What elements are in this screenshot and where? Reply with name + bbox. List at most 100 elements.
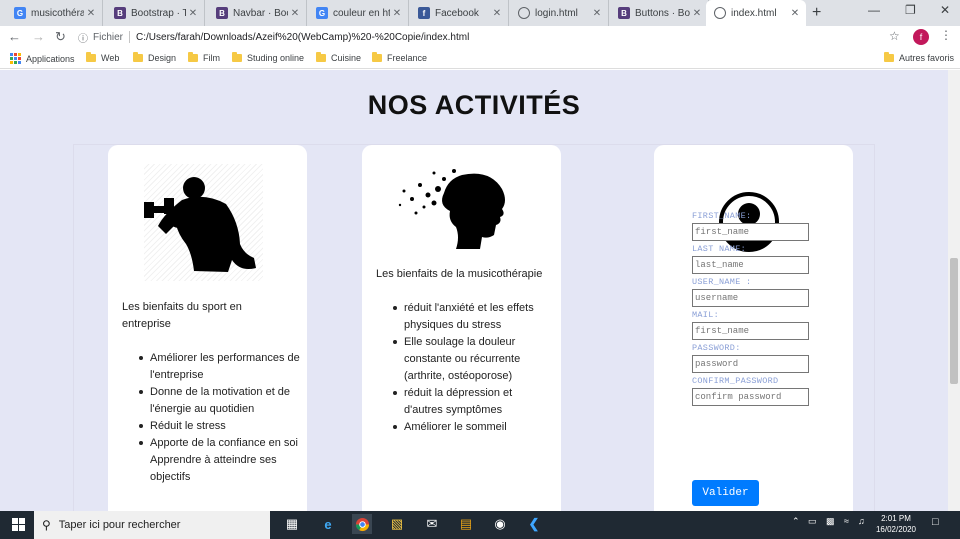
bookmark-freelance[interactable]: Freelance xyxy=(372,52,427,63)
page-title: NOS ACTIVITÉS xyxy=(367,90,581,120)
new-tab-button[interactable]: + xyxy=(812,4,821,22)
obs-icon[interactable]: ◉ xyxy=(490,514,510,534)
tab-title: login.html xyxy=(535,7,578,19)
bookmark-other[interactable]: Autres favoris xyxy=(884,52,954,63)
card-sport-list: Améliorer les performances de l'entrepri… xyxy=(122,350,304,486)
wifi-icon[interactable]: ≈ xyxy=(844,516,849,526)
list-item: Elle soulage la douleur constante ou réc… xyxy=(376,334,551,385)
chrome-icon[interactable] xyxy=(352,514,372,534)
bookmark-label: Applications xyxy=(26,53,75,64)
tray-chevron-icon[interactable]: ⌃ xyxy=(792,516,800,527)
taskbar-search[interactable]: ⚲ Taper ici pour rechercher xyxy=(34,511,270,539)
tab-4[interactable]: f Facebook ✕ xyxy=(410,0,509,26)
list-item: Améliorer le sommeil xyxy=(376,419,551,436)
forward-icon[interactable]: → xyxy=(32,29,45,44)
search-icon: ⚲ xyxy=(42,518,51,532)
edge-icon[interactable]: e xyxy=(318,514,338,534)
bookmark-web[interactable]: Web xyxy=(86,52,120,63)
first-name-label: FIRST_NAME: xyxy=(692,211,752,221)
back-icon[interactable]: ← xyxy=(8,29,21,44)
card-sport: Les bienfaits du sport en entreprise Amé… xyxy=(108,145,307,511)
tab-6[interactable]: B Buttons · Boot✕ xyxy=(610,0,709,26)
address-bar[interactable]: ⓘ Fichier C:/Users/farah/Downloads/Azeif… xyxy=(78,28,908,46)
winrar-icon[interactable]: ▤ xyxy=(456,514,476,534)
username-label: USER_NAME : xyxy=(692,277,752,287)
first-name-input[interactable] xyxy=(692,223,809,241)
submit-button[interactable]: Valider xyxy=(692,480,759,506)
network-icon[interactable]: ▩ xyxy=(826,516,835,527)
scrollbar-thumb[interactable] xyxy=(950,258,958,384)
bookmark-applications[interactable]: Applications xyxy=(10,53,75,64)
bookmark-design[interactable]: Design xyxy=(133,52,176,63)
last-name-label: LAST NAME: xyxy=(692,244,747,254)
signup-form: FIRST_NAME: LAST NAME: USER_NAME : MAIL:… xyxy=(692,212,822,410)
folder-icon xyxy=(372,52,382,62)
close-tab-icon[interactable]: ✕ xyxy=(490,8,504,19)
tab-3[interactable]: Gcouleur en htm✕ xyxy=(308,0,409,26)
tab-5[interactable]: login.html ✕ xyxy=(510,0,609,26)
bookmark-cuisine[interactable]: Cuisine xyxy=(316,52,362,63)
notifications-icon[interactable]: □ xyxy=(932,516,939,528)
folder-icon xyxy=(316,52,326,62)
task-view-icon[interactable]: ▦ xyxy=(282,514,302,534)
music-head-icon xyxy=(398,169,505,249)
tab-title: index.html xyxy=(731,7,777,19)
list-item: Apporte de la confiance en soi xyxy=(122,435,304,452)
kebab-menu-icon[interactable]: ⋮ xyxy=(940,28,952,42)
favicon-icon xyxy=(518,7,530,19)
tab-title: musicothérapi xyxy=(31,7,84,19)
close-tab-icon[interactable]: ✕ xyxy=(788,8,802,19)
volume-icon[interactable]: ♫ xyxy=(858,516,865,526)
close-tab-icon[interactable]: ✕ xyxy=(390,8,404,19)
close-tab-icon[interactable]: ✕ xyxy=(690,8,704,19)
restore-icon[interactable]: ❐ xyxy=(905,3,916,17)
windows-start-icon[interactable] xyxy=(8,514,28,534)
vscode-icon[interactable]: ❮ xyxy=(524,514,544,534)
username-input[interactable] xyxy=(692,289,809,307)
minimize-icon[interactable]: — xyxy=(868,3,880,17)
mail-input[interactable] xyxy=(692,322,809,340)
taskbar-search-placeholder: Taper ici pour rechercher xyxy=(58,519,181,531)
tab-0[interactable]: Gmusicothérapi✕ xyxy=(6,0,103,26)
bookmark-label: Web xyxy=(101,53,120,63)
last-name-input[interactable] xyxy=(692,256,809,274)
close-tab-icon[interactable]: ✕ xyxy=(186,8,200,19)
bookmark-star-icon[interactable]: ☆ xyxy=(889,29,900,43)
profile-avatar[interactable]: f xyxy=(913,29,929,45)
bookmark-label: Cuisine xyxy=(331,53,362,63)
bookmark-film[interactable]: Film xyxy=(188,52,220,63)
close-window-icon[interactable]: ✕ xyxy=(940,3,950,17)
clock-time: 2:01 PM xyxy=(881,514,911,523)
mail-icon[interactable]: ✉ xyxy=(422,514,442,534)
tab-1[interactable]: B Bootstrap · The✕ xyxy=(106,0,205,26)
favicon-icon: G xyxy=(316,7,328,19)
address-separator xyxy=(129,31,131,43)
confirm-password-label: CONFIRM_PASSWORD xyxy=(692,376,779,386)
reload-icon[interactable]: ↻ xyxy=(55,29,66,45)
card-music: Les bienfaits de la musicothérapie rédui… xyxy=(362,145,561,511)
address-scheme-label: Fichier xyxy=(93,31,124,43)
sport-image xyxy=(144,164,263,281)
tab-title: Bootstrap · The xyxy=(131,7,186,19)
list-item: Apprendre à atteindre ses objectifs xyxy=(150,454,277,483)
close-tab-icon[interactable]: ✕ xyxy=(84,8,98,19)
password-label: PASSWORD: xyxy=(692,343,741,353)
file-explorer-icon[interactable]: ▧ xyxy=(387,514,407,534)
list-item: Réduit le stress xyxy=(122,418,304,435)
password-input[interactable] xyxy=(692,355,809,373)
tab-2[interactable]: B Navbar · Boots✕ xyxy=(208,0,307,26)
info-icon[interactable]: ⓘ xyxy=(78,30,88,45)
battery-icon[interactable]: ▭ xyxy=(808,516,817,527)
close-tab-icon[interactable]: ✕ xyxy=(590,8,604,19)
clock-date: 16/02/2020 xyxy=(875,525,917,534)
tab-title: Facebook xyxy=(435,7,479,19)
close-tab-icon[interactable]: ✕ xyxy=(288,8,302,19)
favicon-icon: G xyxy=(14,7,26,19)
system-clock[interactable]: 2:01 PM 16/02/2020 xyxy=(872,513,920,535)
confirm-password-input[interactable] xyxy=(692,388,809,406)
bookmark-studing-online[interactable]: Studing online xyxy=(232,52,304,63)
address-url[interactable]: C:/Users/farah/Downloads/Azeif%20(WebCam… xyxy=(136,32,469,43)
tab-title: couleur en htm xyxy=(333,7,390,19)
bookmark-label: Film xyxy=(203,53,220,63)
tab-7[interactable]: index.html ✕ xyxy=(706,0,806,26)
